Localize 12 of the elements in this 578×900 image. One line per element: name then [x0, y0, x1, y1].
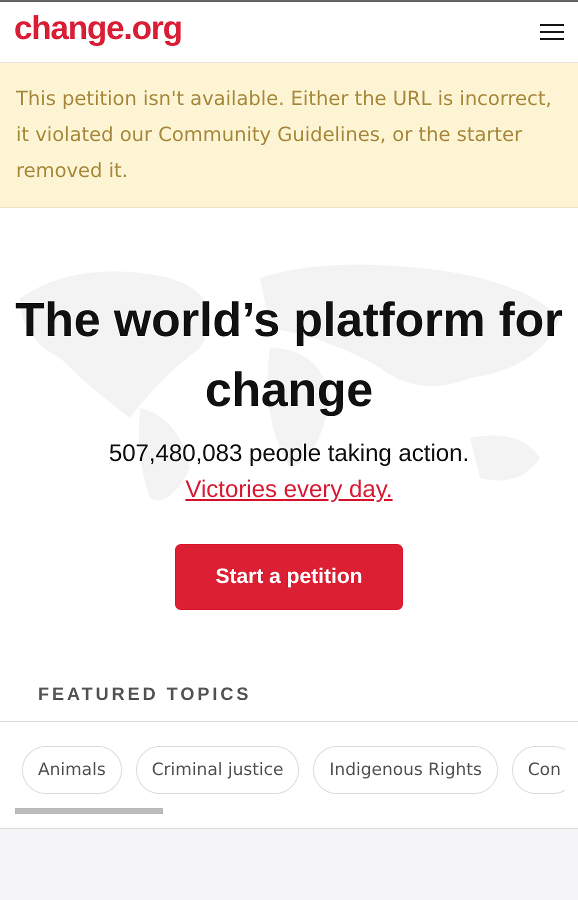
start-petition-button[interactable]: Start a petition — [175, 544, 403, 610]
menu-icon[interactable] — [540, 23, 564, 41]
hero-title: The world’s platform for change — [14, 293, 564, 419]
topic-chip[interactable]: Criminal justice — [136, 746, 300, 794]
section-heading: FEATURED TOPICS — [0, 666, 578, 722]
alert-message: This petition isn't available. Either the URL is incorrect, it violated our Community Guidelines, or the starter removed it. — [16, 86, 553, 184]
topic-chip[interactable]: Animals — [22, 746, 122, 794]
topic-chip[interactable]: Indigenous Rights — [313, 746, 498, 794]
logo[interactable]: change.org — [14, 9, 182, 47]
victories-link[interactable]: Victories every day. — [185, 476, 393, 504]
topic-chip[interactable]: Con — [512, 746, 565, 794]
supporter-count: 507,480,083 people taking action. — [108, 440, 470, 468]
